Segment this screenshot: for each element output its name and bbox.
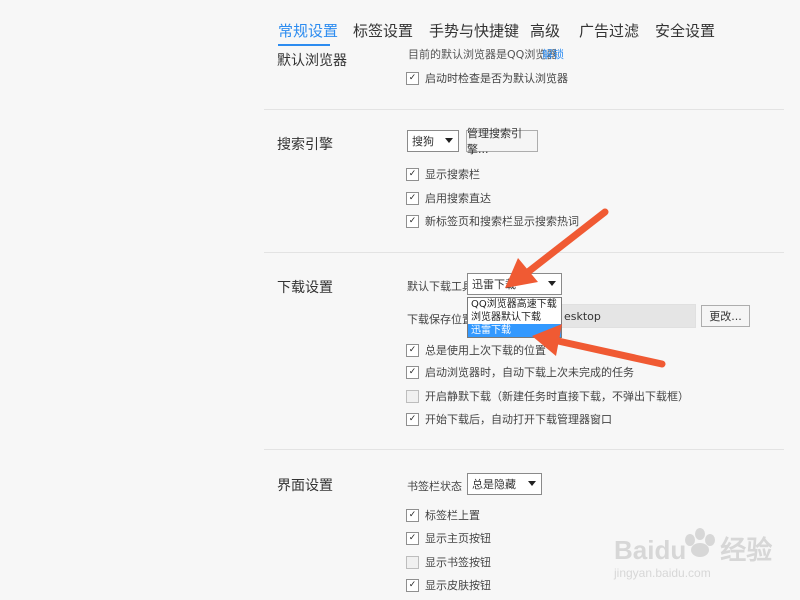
watermark-brand-text: Baidu: [614, 535, 687, 565]
download-tool-dropdown-list: QQ浏览器高速下载 浏览器默认下载 迅雷下载: [467, 297, 562, 338]
checkbox-checked-icon[interactable]: ✓: [406, 71, 419, 85]
download-tool-value: 迅雷下载: [472, 278, 516, 291]
watermark-url: jingyan.baidu.com: [614, 566, 711, 580]
interface-option-row[interactable]: 显示书签按钮: [406, 554, 491, 570]
watermark-brand: Baidu 经验: [614, 530, 772, 567]
tab-security[interactable]: 安全设置: [655, 20, 715, 41]
option-label: 显示皮肤按钮: [425, 579, 491, 592]
option-label: 开始下载后，自动打开下载管理器窗口: [425, 413, 612, 426]
download-option-row[interactable]: ✓ 启动浏览器时，自动下载上次未完成的任务: [406, 364, 634, 380]
download-option-row[interactable]: 开启静默下载（新建任务时直接下载，不弹出下载框）: [406, 388, 689, 404]
option-label: 显示搜索栏: [425, 168, 480, 181]
option-label: 显示主页按钮: [425, 532, 491, 545]
option-label: 标签栏上置: [425, 509, 480, 522]
baidu-jingyan-watermark: Baidu 经验 jingyan.baidu.com: [612, 516, 792, 596]
download-option-row[interactable]: ✓ 开始下载后，自动打开下载管理器窗口: [406, 411, 612, 427]
interface-option-row[interactable]: ✓ 标签栏上置: [406, 507, 480, 523]
tab-tabs[interactable]: 标签设置: [353, 20, 413, 41]
interface-settings-title: 界面设置: [277, 478, 333, 494]
tab-advanced[interactable]: 高级: [530, 20, 560, 41]
search-engine-value: 搜狗: [412, 135, 434, 148]
default-browser-unlock-link[interactable]: 解锁: [542, 46, 564, 62]
search-option-row[interactable]: ✓ 启用搜索直达: [406, 190, 491, 206]
download-path-label: 下载保存位置: [407, 313, 473, 326]
dropdown-option[interactable]: 浏览器默认下载: [468, 311, 561, 324]
search-option-row[interactable]: ✓ 显示搜索栏: [406, 166, 480, 182]
chevron-down-icon: [445, 138, 453, 143]
section-divider: [264, 109, 784, 110]
default-browser-title: 默认浏览器: [277, 53, 347, 69]
option-label: 启动浏览器时，自动下载上次未完成的任务: [425, 366, 634, 379]
interface-option-row[interactable]: ✓ 显示皮肤按钮: [406, 577, 491, 593]
tab-ad-filter[interactable]: 广告过滤: [579, 20, 639, 41]
check-default-browser-option[interactable]: ✓ 启动时检查是否为默认浏览器: [406, 70, 568, 86]
bookmark-bar-label: 书签栏状态: [407, 480, 462, 493]
checkbox-checked-icon[interactable]: ✓: [406, 191, 419, 205]
section-divider: [264, 252, 784, 253]
section-divider: [264, 449, 784, 450]
checkbox-checked-icon[interactable]: ✓: [406, 578, 419, 592]
checkbox-checked-icon[interactable]: ✓: [406, 214, 419, 228]
download-tool-select[interactable]: 迅雷下载: [467, 273, 562, 295]
option-label: 总是使用上次下载的位置: [425, 344, 546, 357]
checkbox-checked-icon[interactable]: ✓: [406, 508, 419, 522]
option-label: 启动时检查是否为默认浏览器: [425, 72, 568, 85]
bookmark-bar-select[interactable]: 总是隐藏: [467, 473, 542, 495]
checkbox-unchecked-icon[interactable]: [406, 389, 419, 403]
option-label: 显示书签按钮: [425, 556, 491, 569]
download-option-row[interactable]: ✓ 总是使用上次下载的位置: [406, 342, 546, 358]
chevron-down-icon: [548, 281, 556, 286]
bookmark-bar-value: 总是隐藏: [472, 478, 516, 491]
option-label: 新标签页和搜索栏显示搜索热词: [425, 215, 579, 228]
tab-gestures-shortcuts[interactable]: 手势与快捷键: [429, 20, 519, 41]
tab-general[interactable]: 常规设置: [278, 20, 338, 41]
download-tool-label: 默认下载工具: [407, 280, 473, 293]
checkbox-checked-icon[interactable]: ✓: [406, 412, 419, 426]
dropdown-option-selected[interactable]: 迅雷下载: [468, 324, 561, 337]
checkbox-checked-icon[interactable]: ✓: [406, 167, 419, 181]
checkbox-checked-icon[interactable]: ✓: [406, 531, 419, 545]
option-label: 启用搜索直达: [425, 192, 491, 205]
search-engine-title: 搜索引擎: [277, 137, 333, 153]
search-option-row[interactable]: ✓ 新标签页和搜索栏显示搜索热词: [406, 213, 579, 229]
checkbox-checked-icon[interactable]: ✓: [406, 343, 419, 357]
settings-tab-bar: 常规设置 标签设置 手势与快捷键 高级 广告过滤 安全设置: [0, 0, 800, 46]
option-label: 开启静默下载（新建任务时直接下载，不弹出下载框）: [425, 390, 689, 403]
search-engine-select[interactable]: 搜狗: [407, 130, 459, 152]
checkbox-unchecked-icon[interactable]: [406, 555, 419, 569]
interface-option-row[interactable]: ✓ 显示主页按钮: [406, 530, 491, 546]
dropdown-option[interactable]: QQ浏览器高速下载: [468, 298, 561, 311]
change-path-button[interactable]: 更改...: [701, 305, 750, 327]
download-path-value: esktop: [564, 309, 601, 323]
manage-search-engines-button[interactable]: 管理搜索引擎...: [466, 127, 538, 156]
chevron-down-icon: [528, 481, 536, 486]
default-browser-status: 目前的默认浏览器是QQ浏览器: [408, 48, 558, 61]
checkbox-checked-icon[interactable]: ✓: [406, 365, 419, 379]
download-settings-title: 下载设置: [277, 280, 333, 296]
watermark-brand-cn: 经验: [720, 535, 773, 565]
